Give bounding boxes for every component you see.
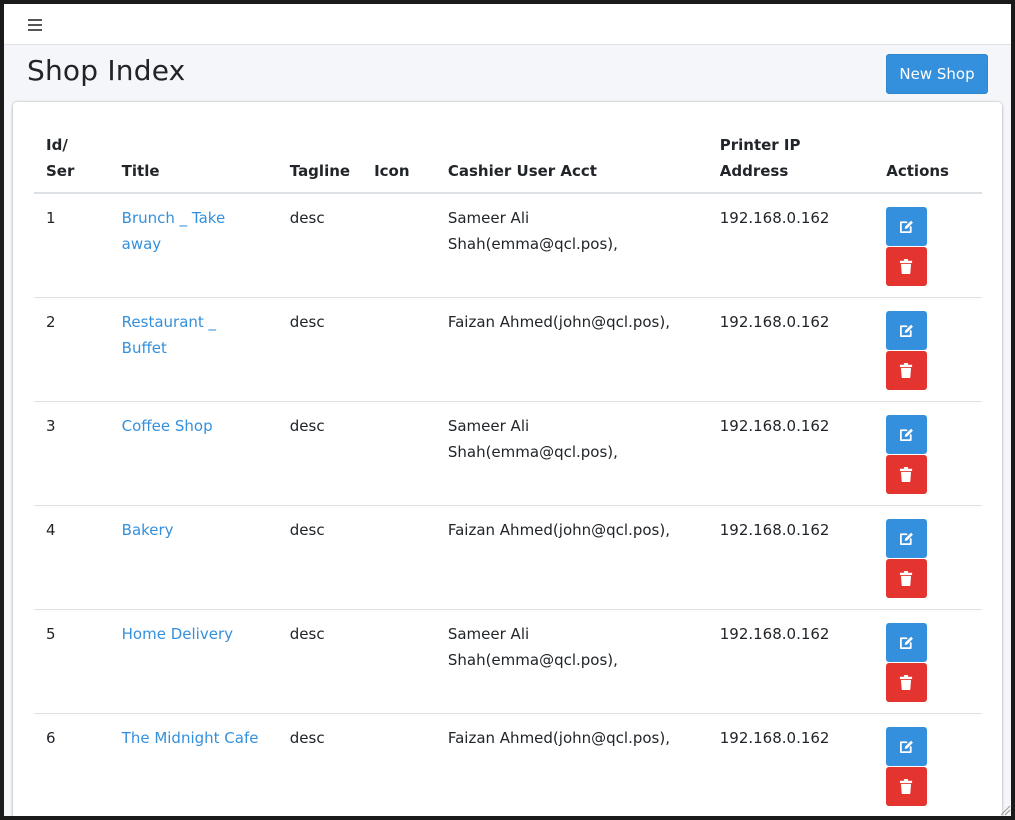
cell-printer: 192.168.0.162 bbox=[707, 296, 875, 401]
cell-title: The Midnight Cafe bbox=[109, 712, 278, 816]
cell-title: Bakery bbox=[109, 504, 278, 609]
cell-printer: 192.168.0.162 bbox=[707, 504, 875, 609]
cell-id: 5 bbox=[34, 608, 110, 713]
delete-button[interactable] bbox=[886, 766, 928, 806]
cell-actions bbox=[874, 296, 982, 401]
cell-tagline: desc bbox=[277, 504, 363, 609]
edit-button[interactable] bbox=[886, 310, 928, 350]
shop-title-link[interactable]: Restaurant _ Buffet bbox=[122, 313, 216, 357]
app-window: Shop Index New Shop Id/ Ser Title Taglin… bbox=[4, 4, 1011, 816]
cell-actions bbox=[874, 712, 982, 816]
cell-icon bbox=[362, 712, 436, 816]
cell-actions bbox=[874, 608, 982, 713]
trash-icon bbox=[900, 570, 913, 586]
table-row: 4 Bakery desc Faizan Ahmed(john@qcl.pos)… bbox=[34, 504, 982, 609]
column-header-title: Title bbox=[109, 128, 278, 194]
shop-title-link[interactable]: Coffee Shop bbox=[122, 417, 213, 435]
shop-title-link[interactable]: Bakery bbox=[122, 521, 174, 539]
cell-icon bbox=[362, 608, 436, 713]
cell-actions bbox=[874, 193, 982, 297]
cell-id: 4 bbox=[34, 504, 110, 609]
edit-button[interactable] bbox=[886, 414, 928, 454]
trash-icon bbox=[900, 466, 913, 482]
column-header-id: Id/ Ser bbox=[34, 128, 110, 194]
table-row: 2 Restaurant _ Buffet desc Faizan Ahmed(… bbox=[34, 296, 982, 401]
cell-cashier: Faizan Ahmed(john@qcl.pos), bbox=[435, 296, 708, 401]
cell-printer: 192.168.0.162 bbox=[719, 209, 830, 227]
cell-printer: 192.168.0.162 bbox=[707, 608, 875, 713]
cell-icon bbox=[362, 504, 436, 609]
delete-button[interactable] bbox=[886, 558, 928, 598]
table-header: Id/ Ser Title Tagline Icon Cashier User … bbox=[34, 128, 982, 194]
delete-button[interactable] bbox=[886, 247, 928, 286]
cell-cashier: Sameer Ali Shah(emma@qcl.pos), bbox=[435, 608, 708, 713]
table-row: 1 Brunch _ Take away desc Sameer Ali Sha… bbox=[34, 193, 982, 297]
edit-button[interactable] bbox=[886, 207, 928, 246]
cell-cashier: Faizan Ahmed(john@qcl.pos), bbox=[435, 504, 708, 609]
cell-printer: 192.168.0.162 bbox=[707, 712, 875, 816]
top-navbar bbox=[4, 4, 1011, 45]
cell-tagline: desc bbox=[289, 209, 325, 227]
hamburger-menu-icon[interactable] bbox=[28, 19, 42, 31]
cell-printer: 192.168.0.162 bbox=[707, 400, 875, 505]
shop-title-link[interactable]: The Midnight Cafe bbox=[122, 729, 259, 747]
cell-title: Coffee Shop bbox=[109, 400, 278, 505]
trash-icon bbox=[900, 778, 913, 794]
cell-title: Brunch _ Take away bbox=[110, 193, 278, 297]
edit-icon bbox=[900, 220, 914, 234]
trash-icon bbox=[900, 674, 913, 690]
shop-title-link[interactable]: Home Delivery bbox=[122, 625, 233, 643]
trash-icon bbox=[900, 259, 913, 274]
delete-button[interactable] bbox=[886, 350, 928, 390]
cell-tagline: desc bbox=[277, 400, 363, 505]
shops-card: Id/ Ser Title Tagline Icon Cashier User … bbox=[13, 102, 1002, 816]
column-header-actions: Actions bbox=[874, 128, 982, 194]
cell-actions bbox=[874, 400, 982, 505]
cell-id: 2 bbox=[34, 296, 110, 401]
cell-icon bbox=[362, 400, 436, 505]
cell-tagline: desc bbox=[277, 296, 363, 401]
table-row: 3 Coffee Shop desc Sameer Ali Shah(emma@… bbox=[34, 400, 982, 505]
cell-icon bbox=[362, 296, 436, 401]
column-header-icon: Icon bbox=[362, 128, 436, 194]
edit-icon bbox=[900, 324, 914, 337]
cell-cashier: Faizan Ahmed(john@qcl.pos), bbox=[435, 712, 708, 816]
delete-button[interactable] bbox=[886, 454, 928, 494]
column-header-printer: Printer IP Address bbox=[707, 128, 875, 194]
cell-title: Restaurant _ Buffet bbox=[109, 296, 278, 401]
cell-cashier: Sameer Ali Shah(emma@qcl.pos), bbox=[447, 209, 618, 253]
new-shop-button[interactable]: New Shop bbox=[886, 54, 988, 94]
delete-button[interactable] bbox=[886, 662, 928, 702]
edit-button[interactable] bbox=[886, 518, 928, 558]
column-header-tagline: Tagline bbox=[277, 128, 363, 194]
edit-button[interactable] bbox=[886, 622, 928, 662]
cell-title: Home Delivery bbox=[109, 608, 278, 713]
table-body: 1 Brunch _ Take away desc Sameer Ali Sha… bbox=[34, 193, 982, 816]
cell-tagline: desc bbox=[277, 712, 363, 816]
cell-icon bbox=[362, 193, 436, 297]
table-row: 5 Home Delivery desc Sameer Ali Shah(emm… bbox=[34, 608, 982, 713]
cell-cashier: Sameer Ali Shah(emma@qcl.pos), bbox=[435, 400, 708, 505]
cell-tagline: desc bbox=[277, 608, 363, 713]
cell-id: 6 bbox=[34, 712, 110, 816]
shops-table: Id/ Ser Title Tagline Icon Cashier User … bbox=[34, 128, 982, 816]
shop-title-link[interactable]: Brunch _ Take away bbox=[122, 209, 226, 253]
page-title: Shop Index bbox=[27, 54, 186, 87]
trash-icon bbox=[900, 362, 913, 378]
cell-id: 1 bbox=[46, 209, 56, 227]
resize-grip-icon[interactable] bbox=[999, 804, 1011, 816]
edit-icon bbox=[900, 636, 914, 649]
column-header-cashier: Cashier User Acct bbox=[435, 128, 708, 194]
table-row: 6 The Midnight Cafe desc Faizan Ahmed(jo… bbox=[34, 712, 982, 816]
edit-icon bbox=[900, 740, 914, 753]
edit-icon bbox=[900, 532, 914, 545]
edit-icon bbox=[900, 428, 914, 441]
cell-id: 3 bbox=[34, 400, 110, 505]
cell-actions bbox=[874, 504, 982, 609]
edit-button[interactable] bbox=[886, 726, 928, 766]
